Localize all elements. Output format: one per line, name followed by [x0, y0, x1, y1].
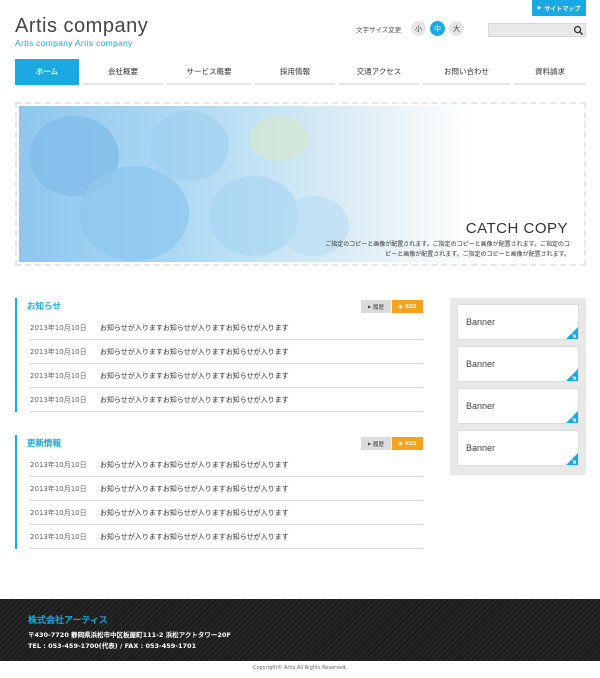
updates-rss-button[interactable]: ◉ RSS	[392, 437, 423, 450]
banner-1[interactable]: Banner	[457, 304, 579, 340]
banner-label: Banner	[466, 401, 496, 411]
nav-item-contact[interactable]: お問い合わせ	[423, 59, 510, 85]
sitemap-label: サイトマップ	[544, 5, 581, 13]
rss-icon: ◉	[398, 303, 403, 310]
rss-icon: ◉	[398, 440, 403, 447]
search-icon[interactable]	[573, 25, 584, 36]
updates-row[interactable]: 2013年10月10日 お知らせが入りますお知らせが入りますお知らせが入ります	[30, 501, 423, 525]
catch-copy-title: CATCH COPY	[465, 220, 568, 237]
nav-item-company[interactable]: 会社概要	[83, 59, 163, 85]
nav-item-recruit[interactable]: 採用情報	[255, 59, 335, 85]
footer-company-name: 株式会社アーティス	[28, 616, 108, 626]
updates-text[interactable]: お知らせが入りますお知らせが入りますお知らせが入ります	[100, 532, 289, 542]
updates-date: 2013年10月10日	[30, 508, 87, 517]
news-rss-button[interactable]: ◉ RSS	[392, 300, 423, 313]
arrow-corner-icon	[566, 411, 578, 423]
news-text[interactable]: お知らせが入りますお知らせが入りますお知らせが入ります	[100, 347, 289, 357]
news-text[interactable]: お知らせが入りますお知らせが入りますお知らせが入ります	[100, 371, 289, 381]
search-input[interactable]	[488, 23, 586, 37]
rss-label: RSS	[404, 440, 417, 447]
news-date: 2013年10月10日	[30, 395, 87, 404]
nav-item-access[interactable]: 交通アクセス	[339, 59, 419, 85]
catch-copy-text: ご指定のコピーと画像が配置されます。ご指定のコピーと画像が配置されます。ご指定の…	[325, 241, 570, 258]
updates-row[interactable]: 2013年10月10日 お知らせが入りますお知らせが入りますお知らせが入ります	[30, 525, 423, 549]
news-row[interactable]: 2013年10月10日 お知らせが入りますお知らせが入りますお知らせが入ります	[30, 388, 423, 412]
footer-address: 〒430-7720 静岡県浜松市中区板屋町111-2 浜松アクトタワー20F	[28, 631, 231, 639]
font-size-medium-button[interactable]: 中	[430, 21, 445, 36]
updates-title: 更新情報	[27, 439, 62, 449]
updates-row[interactable]: 2013年10月10日 お知らせが入りますお知らせが入りますお知らせが入ります	[30, 453, 423, 477]
chevron-right-icon: ▶	[537, 5, 542, 11]
banner-4[interactable]: Banner	[457, 430, 579, 466]
footer-tel: TEL : 053-459-1700(代表) / FAX : 053-459-1…	[28, 642, 197, 650]
nav-item-request[interactable]: 資料請求	[514, 59, 586, 85]
sitemap-button[interactable]: ▶ サイトマップ	[532, 0, 586, 16]
news-date: 2013年10月10日	[30, 323, 87, 332]
arrow-corner-icon	[566, 369, 578, 381]
copyright: Copyright© Artis All Rights Reserved.	[252, 665, 348, 671]
updates-header: 更新情報 ▶ 履歴 ◉ RSS	[17, 435, 423, 453]
updates-date: 2013年10月10日	[30, 532, 87, 541]
banner-2[interactable]: Banner	[457, 346, 579, 382]
font-size-small-button[interactable]: 小	[411, 21, 426, 36]
logo-sub-text: Artis company Artis company	[15, 38, 133, 48]
banner-area: Banner Banner Banner Banner	[450, 298, 586, 475]
chevron-right-icon: ▶	[367, 441, 372, 446]
updates-row[interactable]: 2013年10月10日 お知らせが入りますお知らせが入りますお知らせが入ります	[30, 477, 423, 501]
news-text[interactable]: お知らせが入りますお知らせが入りますお知らせが入ります	[100, 395, 289, 405]
logo[interactable]: Artis company Artis company Artis compan…	[15, 16, 148, 48]
news-date: 2013年10月10日	[30, 347, 87, 356]
news-date: 2013年10月10日	[30, 371, 87, 380]
news-row[interactable]: 2013年10月10日 お知らせが入りますお知らせが入りますお知らせが入ります	[30, 316, 423, 340]
updates-section: 更新情報 ▶ 履歴 ◉ RSS 2013年10月10日 お知らせが入りますお知ら…	[15, 435, 423, 549]
news-text[interactable]: お知らせが入りますお知らせが入りますお知らせが入ります	[100, 323, 289, 333]
updates-text[interactable]: お知らせが入りますお知らせが入りますお知らせが入ります	[100, 484, 289, 494]
news-row[interactable]: 2013年10月10日 お知らせが入りますお知らせが入りますお知らせが入ります	[30, 340, 423, 364]
chevron-right-icon: ▶	[367, 304, 372, 309]
font-size-large-button[interactable]: 大	[449, 21, 464, 36]
banner-label: Banner	[466, 359, 496, 369]
hero-banner: CATCH COPY ご指定のコピーと画像が配置されます。ご指定のコピーと画像が…	[15, 102, 586, 266]
logo-main-text: Artis company	[15, 15, 149, 37]
updates-date: 2013年10月10日	[30, 484, 87, 493]
news-row[interactable]: 2013年10月10日 お知らせが入りますお知らせが入りますお知らせが入ります	[30, 364, 423, 388]
news-section: お知らせ ▶ 履歴 ◉ RSS 2013年10月10日 お知らせが入りますお知ら…	[15, 298, 423, 412]
updates-text[interactable]: お知らせが入りますお知らせが入りますお知らせが入ります	[100, 460, 289, 470]
news-title: お知らせ	[27, 302, 61, 312]
nav-item-service[interactable]: サービス概要	[167, 59, 251, 85]
banner-label: Banner	[466, 317, 496, 327]
news-header: お知らせ ▶ 履歴 ◉ RSS	[17, 298, 423, 316]
nav-item-home[interactable]: ホーム	[15, 59, 79, 85]
rss-label: RSS	[404, 303, 417, 310]
news-history-button[interactable]: ▶ 履歴	[361, 300, 391, 313]
updates-text[interactable]: お知らせが入りますお知らせが入りますお知らせが入ります	[100, 508, 289, 518]
footer: 株式会社アーティス 〒430-7720 静岡県浜松市中区板屋町111-2 浜松ア…	[0, 599, 600, 661]
updates-date: 2013年10月10日	[30, 460, 87, 469]
arrow-corner-icon	[566, 327, 578, 339]
history-label: 履歴	[373, 304, 385, 311]
global-nav: ホーム 会社概要 サービス概要 採用情報 交通アクセス お問い合わせ 資料請求	[15, 59, 586, 85]
arrow-corner-icon	[566, 453, 578, 465]
hero-image: CATCH COPY ご指定のコピーと画像が配置されます。ご指定のコピーと画像が…	[19, 106, 582, 262]
history-label: 履歴	[373, 441, 385, 448]
banner-3[interactable]: Banner	[457, 388, 579, 424]
updates-history-button[interactable]: ▶ 履歴	[361, 437, 391, 450]
banner-label: Banner	[466, 443, 496, 453]
font-size-label: 文字サイズ変更	[356, 26, 402, 34]
